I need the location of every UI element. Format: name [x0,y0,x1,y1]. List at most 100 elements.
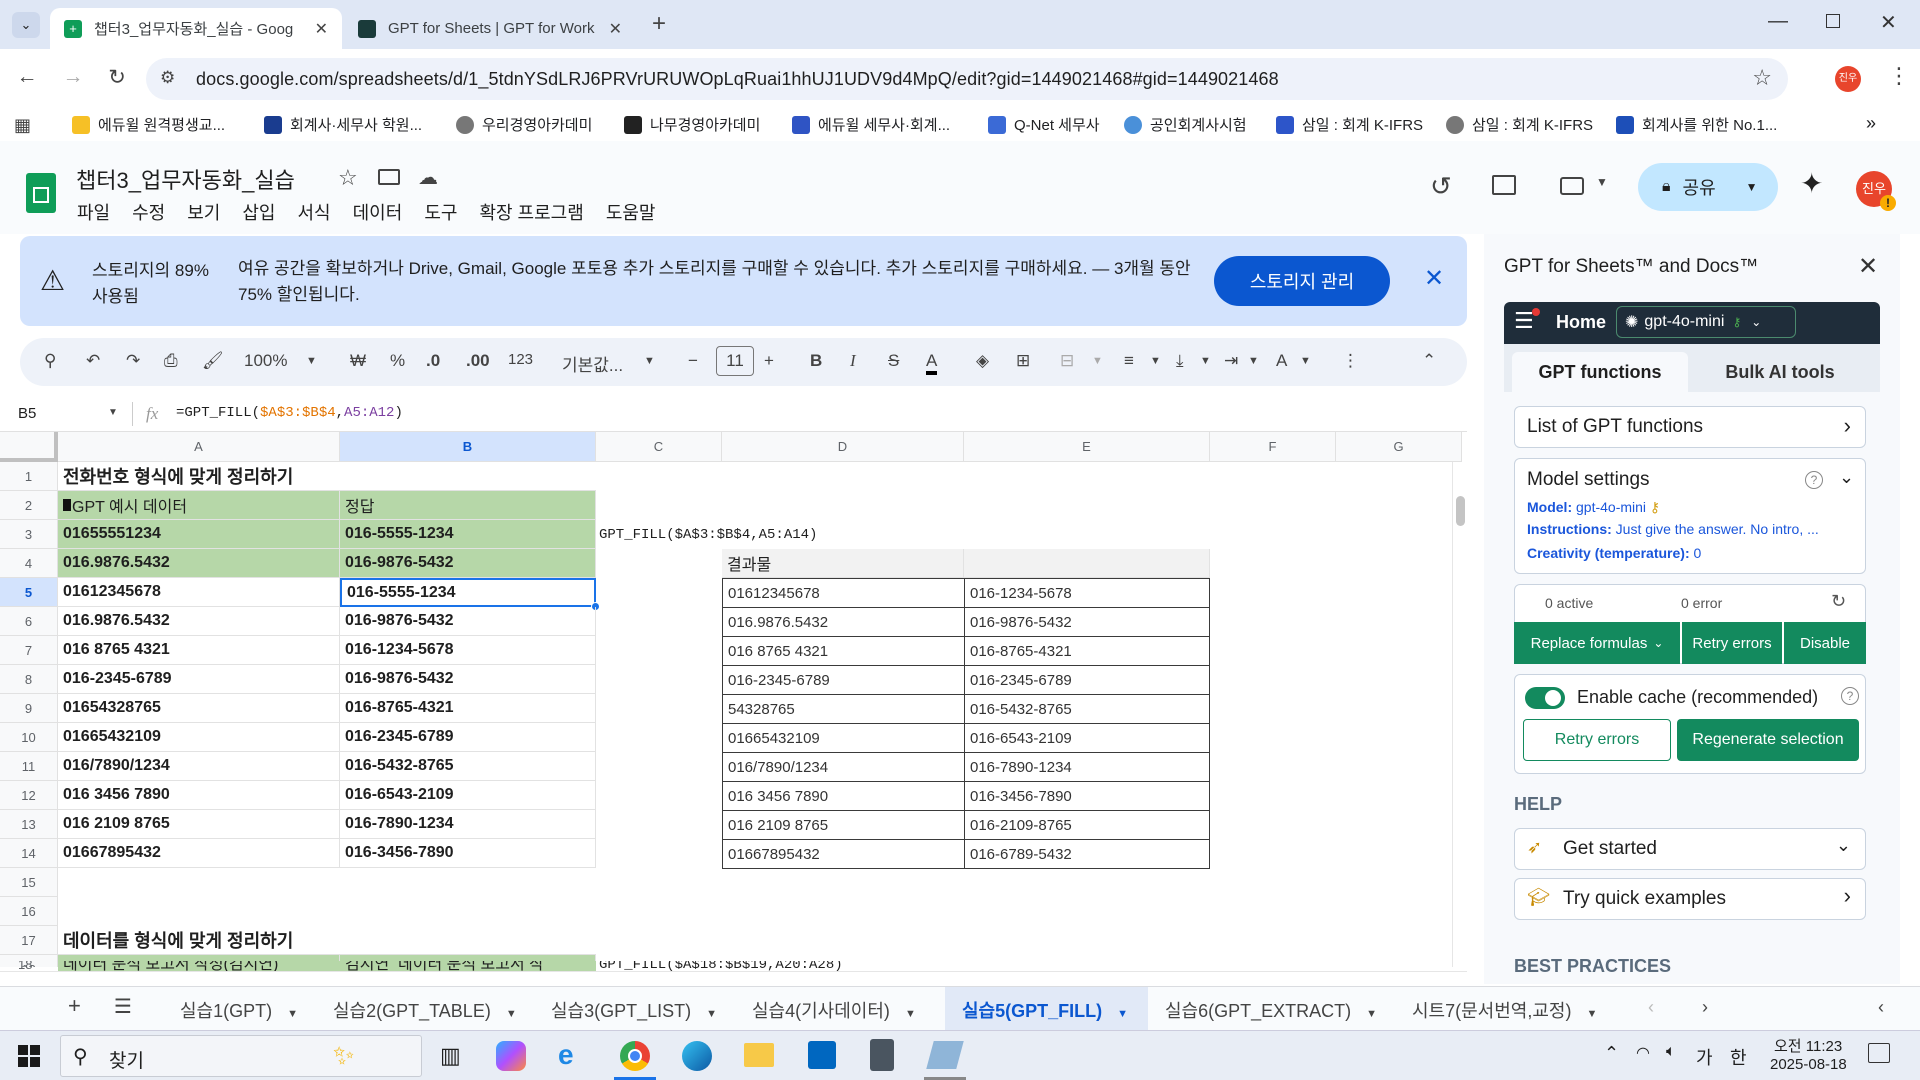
cell-a11[interactable]: 016/7890/1234 [58,752,340,781]
regenerate-selection-button[interactable]: Regenerate selection [1677,719,1859,761]
bookmark-item[interactable]: 우리경영아카데미 [456,114,592,135]
retry-errors-outline-button[interactable]: Retry errors [1523,719,1671,761]
cell-d13[interactable]: 016 2109 8765 [722,810,965,840]
help-circle-icon[interactable]: ? [1805,471,1823,489]
cell-a5[interactable]: 01612345678 [58,578,340,607]
task-view-icon[interactable]: ▥ [440,1043,461,1069]
meet-icon[interactable] [1560,177,1584,195]
cell-a13[interactable]: 016 2109 8765 [58,810,340,839]
row-header[interactable]: 6 [0,607,58,636]
reload-icon[interactable]: ↻ [102,65,132,90]
scrollbar-thumb[interactable] [1456,496,1465,526]
cell-d12[interactable]: 016 3456 7890 [722,781,965,811]
cell-b3[interactable]: 016-5555-1234 [340,520,596,549]
row-header[interactable]: 2 [0,491,58,520]
align-left-icon[interactable]: ≡ [1124,351,1134,371]
tab-bulk-ai-tools[interactable]: Bulk AI tools [1690,352,1870,392]
sheet-tab[interactable]: 실습3(GPT_LIST) ▼ [551,997,717,1023]
tab-search-icon[interactable]: ⌄ [12,12,40,38]
back-icon[interactable]: ← [12,65,42,89]
comments-icon[interactable] [1492,175,1516,195]
get-started-card[interactable]: ➶ Get started ⌄ [1514,828,1866,870]
row-header[interactable]: 1 [0,462,58,491]
cell-d14[interactable]: 01667895432 [722,839,965,869]
sheet-title-cell[interactable]: 데이터를 형식에 맞게 정리하기 [58,926,596,955]
row-header[interactable]: 11 [0,752,58,781]
cell-a12[interactable]: 016 3456 7890 [58,781,340,810]
calculator-icon[interactable] [870,1039,894,1071]
percent-button[interactable]: % [390,351,405,371]
show-hidden-icons[interactable]: ⌃ [1604,1043,1619,1064]
merge-cells-icon[interactable]: ⊟ [1060,351,1074,371]
cloud-status-icon[interactable]: ☁ [418,165,438,190]
cell-b7[interactable]: 016-1234-5678 [340,636,596,665]
clock-date[interactable]: 2025-08-18 [1770,1056,1847,1073]
manage-storage-button[interactable]: 스토리지 관리 [1214,256,1390,306]
number-format-button[interactable]: 123 [508,351,533,368]
vertical-align-icon[interactable]: ⤓ [1176,351,1184,371]
cell-a9[interactable]: 01654328765 [58,694,340,723]
file-explorer-icon[interactable] [744,1043,774,1067]
menu-format[interactable]: 서식 [298,203,331,223]
result-header-cell-e[interactable] [964,549,1210,578]
all-sheets-icon[interactable]: ☰ [114,994,132,1019]
spreadsheet-grid[interactable]: A B C D E F G 1 2 3 4 5 6 7 8 9 10 11 12… [0,432,1467,967]
row-header[interactable]: 9 [0,694,58,723]
column-header[interactable]: F [1210,432,1336,462]
borders-icon[interactable]: ⊞ [1016,351,1030,371]
font-size-decrease-icon[interactable]: − [688,351,698,371]
currency-button[interactable]: ₩ [350,351,366,371]
cell-e12[interactable]: 016-3456-7890 [964,781,1210,811]
profile-avatar[interactable]: 진우 [1835,66,1861,92]
network-icon[interactable]: ◠ [1636,1043,1650,1063]
copilot-icon[interactable] [496,1041,526,1071]
sheet-tab[interactable]: 실습6(GPT_EXTRACT) ▼ [1165,997,1377,1023]
row-header[interactable]: 3 [0,520,58,549]
maximize-icon[interactable] [1826,14,1840,28]
cell-a18[interactable]: 데이터 분석 보고서 작성(김지연) [58,961,340,971]
cell-b8[interactable]: 016-9876-5432 [340,665,596,694]
column-header[interactable]: G [1336,432,1462,462]
help-circle-icon[interactable]: ? [1841,687,1859,705]
list-functions-card[interactable]: List of GPT functions › [1514,406,1866,448]
windows-start-icon[interactable] [18,1045,40,1067]
row-header[interactable]: 7 [0,636,58,665]
column-header[interactable]: D [722,432,964,462]
gemini-icon[interactable]: ✦ [1800,167,1823,200]
apps-grid-icon[interactable]: ▦ [14,115,31,136]
bookmark-item[interactable]: 회계사를 위한 No.1... [1616,114,1777,135]
row-header[interactable]: 16 [0,897,58,926]
cell-b5[interactable]: 016-5555-1234 [340,578,596,607]
share-dropdown-icon[interactable]: ▼ [1746,180,1758,194]
font-dropdown-icon[interactable]: ▼ [644,355,655,367]
bookmark-star-icon[interactable]: ☆ [1752,65,1772,91]
paint-format-icon[interactable]: 🖌︎ [202,351,224,371]
cell-b11[interactable]: 016-5432-8765 [340,752,596,781]
redo-icon[interactable]: ↷ [126,351,140,371]
increase-decimal-button[interactable]: .00 [466,351,490,371]
menu-insert[interactable]: 삽입 [242,203,275,223]
model-selector[interactable]: ✺ gpt-4o-mini ⚷ ⌄ [1616,306,1796,338]
fill-color-icon[interactable]: ◈ [976,351,989,371]
sheet-title-cell[interactable]: 전화번호 형식에 맞게 정리하기 [58,462,596,491]
vertical-scrollbar[interactable] [1452,462,1467,967]
cell-e14[interactable]: 016-6789-5432 [964,839,1210,869]
more-bookmarks-icon[interactable]: » [1866,113,1876,134]
print-icon[interactable]: ⎙ [164,351,178,371]
cell-b4[interactable]: 016-9876-5432 [340,549,596,578]
ie-icon[interactable]: e [558,1039,574,1071]
align-dropdown-icon[interactable]: ▼ [1150,355,1161,367]
cell-d6[interactable]: 016.9876.5432 [722,607,965,637]
row-header[interactable]: 17 [0,926,58,955]
decrease-decimal-button[interactable]: .0 [426,351,440,371]
quick-examples-card[interactable]: 🎓︎ Try quick examples › [1514,878,1866,920]
cache-toggle[interactable] [1525,687,1565,709]
tab-gpt-functions[interactable]: GPT functions [1512,352,1688,392]
star-icon[interactable]: ☆ [338,165,358,191]
sheet-tab[interactable]: 시트7(문서번역,교정) ▼ [1412,997,1597,1023]
row-header[interactable]: 15 [0,868,58,897]
close-tab-icon[interactable]: ✕ [315,19,328,39]
cell-d9[interactable]: 54328765 [722,694,965,724]
cell-a3[interactable]: 01655551234 [58,520,340,549]
refresh-icon[interactable]: ↻ [1831,591,1846,612]
